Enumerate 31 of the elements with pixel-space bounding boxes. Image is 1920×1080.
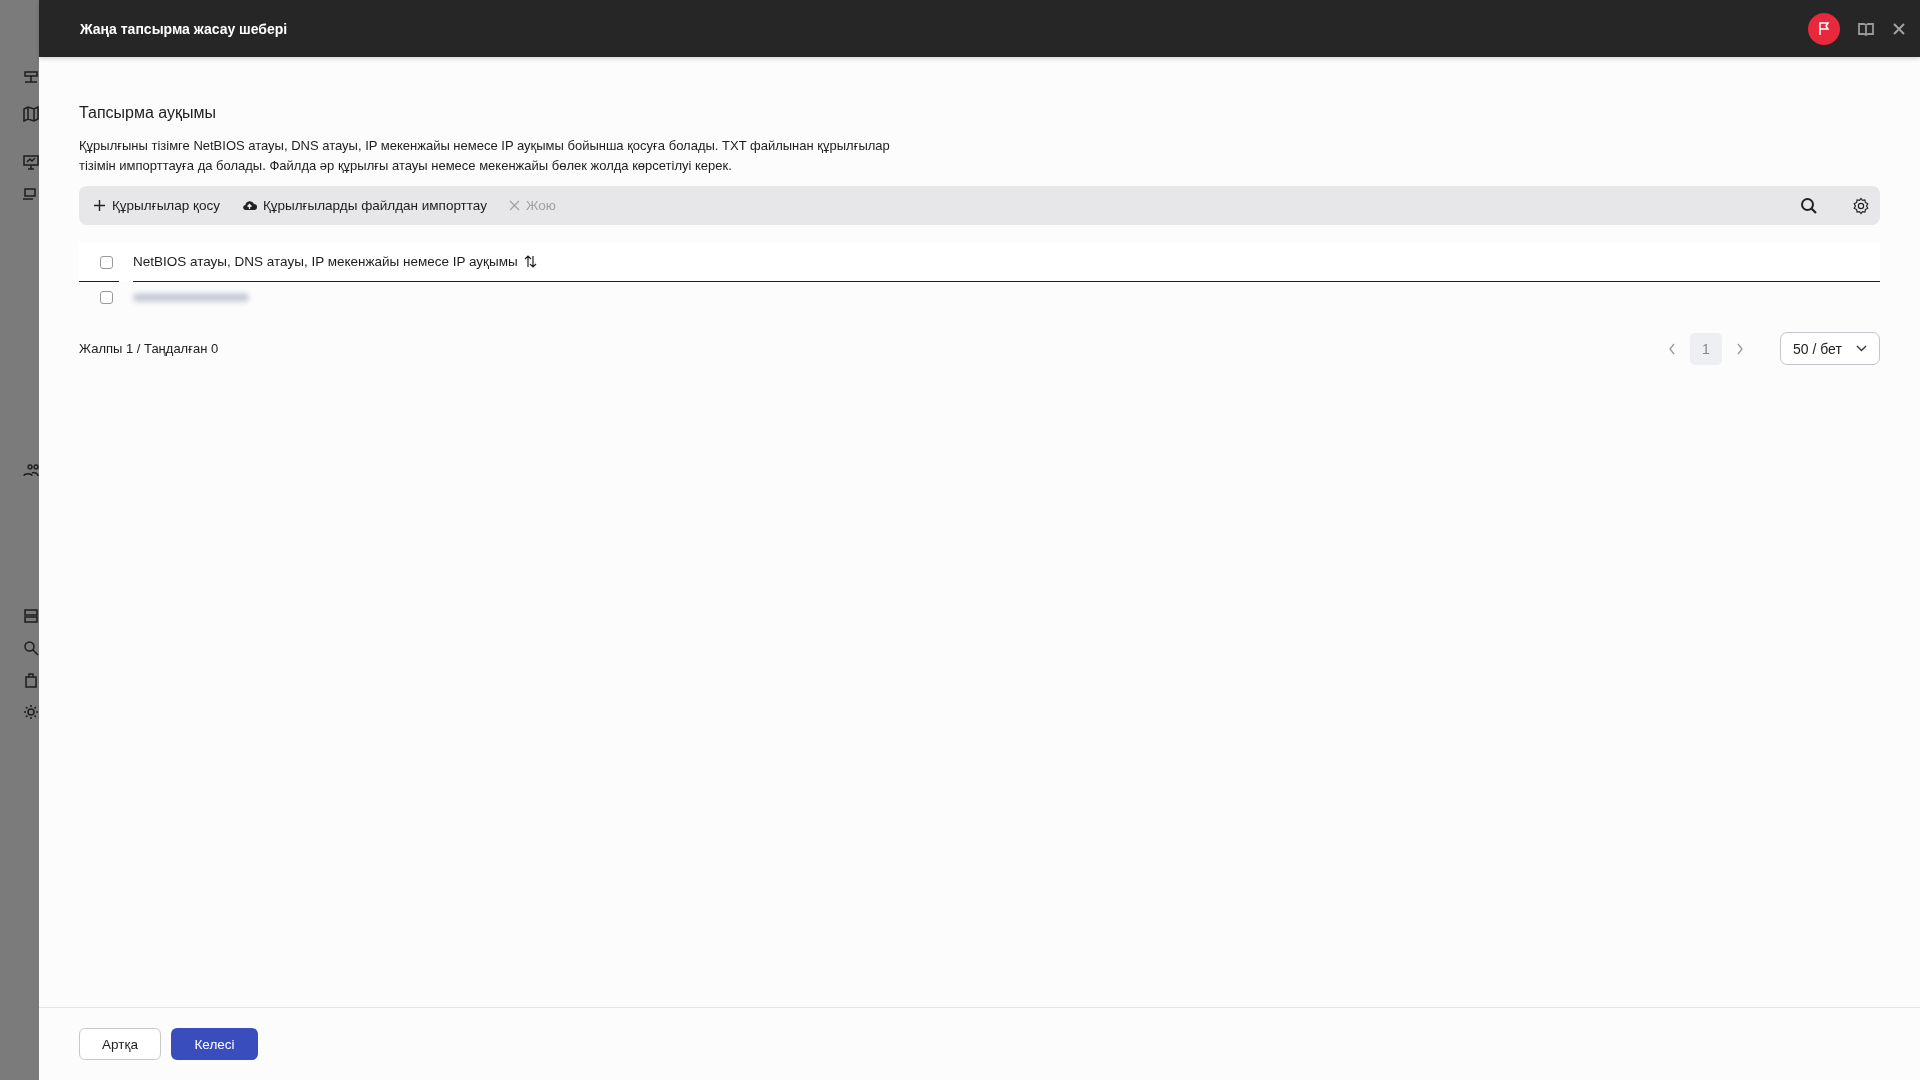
next-button[interactable]: Келесі: [171, 1028, 258, 1060]
monitor-chart-icon[interactable]: [23, 154, 39, 170]
select-all-checkbox[interactable]: [99, 255, 113, 269]
import-button[interactable]: Құрылғыларды файлдан импорттау: [237, 198, 491, 213]
plus-icon: [93, 199, 106, 212]
page-size-dropdown[interactable]: 50 / бет: [1780, 332, 1880, 365]
section-title: Тапсырма ауқымы: [79, 104, 218, 122]
search-icon[interactable]: [1800, 196, 1818, 215]
flag-icon: [1816, 20, 1832, 37]
cloud-upload-icon: [241, 199, 257, 212]
devices-icon[interactable]: [23, 186, 39, 202]
description-text: Құрылғыны тізімге NetBIOS атауы, DNS атауы, IP мекенжайы немесе IP ауқымы бойынша қосуға болады. TXT файлынан құрылғылар тізімін импорттауға да болады. Файлда әр құрылғы атауы немесе мекенжайы бөлек жолда көрсетілуі керек.: [79, 137, 891, 175]
book-icon[interactable]: [1858, 21, 1874, 36]
bag-icon[interactable]: [23, 672, 39, 688]
users-icon[interactable]: [23, 462, 39, 478]
next-page-icon[interactable]: [1736, 342, 1744, 355]
close-icon: [508, 200, 520, 211]
add-devices-button[interactable]: Құрылғылар қосу: [89, 198, 224, 213]
selection-summary: Жалпы 1 / Таңдалған 0: [79, 341, 220, 356]
storage-icon[interactable]: [23, 608, 39, 624]
row-checkbox[interactable]: [99, 290, 113, 304]
back-button[interactable]: Артқа: [79, 1028, 161, 1060]
window-title: Жаңа тапсырма жасау шебері: [80, 20, 289, 37]
previous-page-icon[interactable]: [1668, 342, 1676, 355]
chevron-down-icon: [1856, 345, 1867, 352]
network-icon[interactable]: [23, 70, 39, 86]
flag-button[interactable]: [1808, 12, 1840, 45]
close-icon[interactable]: [1892, 21, 1906, 36]
sort-icon[interactable]: [523, 255, 537, 268]
column-header[interactable]: NetBIOS атауы, DNS атауы, IP мекенжайы немесе IP ауқымы: [133, 254, 518, 269]
map-icon[interactable]: [23, 106, 39, 122]
